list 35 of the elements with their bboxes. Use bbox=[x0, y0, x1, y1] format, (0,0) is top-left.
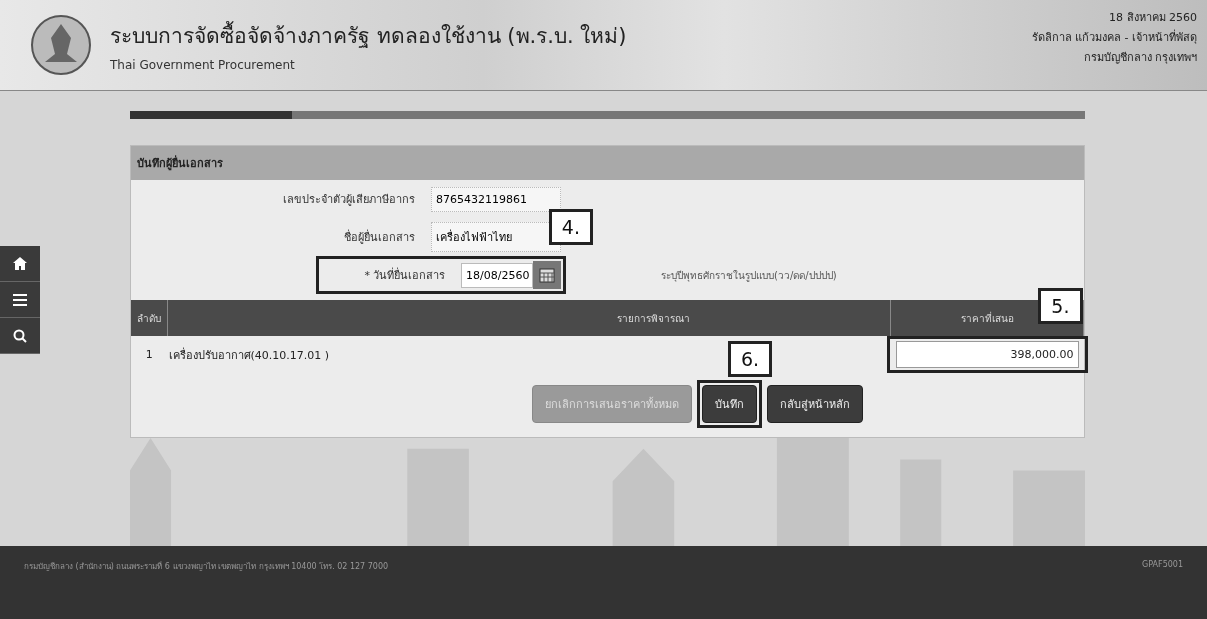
user-name: รัดลิกาล แก้วมงคล - เจ้าหน้าที่พัสดุ bbox=[1031, 28, 1197, 46]
callout-label: 5. bbox=[1038, 288, 1083, 324]
field-label: วันที่ยื่นเอกสาร bbox=[373, 266, 445, 284]
date-field[interactable]: 18/08/2560 bbox=[461, 262, 533, 288]
search-icon bbox=[13, 328, 27, 343]
column-header: ลำดับ bbox=[131, 300, 168, 336]
system-title: ระบบการจัดซื้อจัดจ้างภาครัฐ ทดลองใช้งาน (พ.ร.บ. ใหม่) bbox=[110, 20, 628, 50]
hint-text: ระบุปีพุทธศักราชในรูปแบบ(วว/ดด/ปปปป) bbox=[661, 268, 838, 283]
action-button[interactable]: กลับสู่หน้าหลัก bbox=[767, 385, 863, 423]
menu-icon bbox=[13, 293, 27, 306]
table-cell: เครื่องปรับอากาศ(40.10.17.01 ) bbox=[168, 348, 330, 362]
callout-label: 4. bbox=[548, 209, 593, 245]
panel-title: บันทึกผู้ยื่นเอกสาร bbox=[131, 146, 1084, 180]
home-icon bbox=[13, 257, 27, 270]
calendar-icon bbox=[539, 267, 555, 283]
table-cell: 1 bbox=[131, 336, 168, 373]
field-value: 8765432119861 bbox=[431, 186, 561, 212]
price-field[interactable]: 398,000.00 bbox=[895, 341, 1079, 368]
callout-label: 6. bbox=[728, 341, 773, 377]
field-label: เลขประจำตัวผู้เสียภาษีอากร bbox=[283, 192, 415, 208]
footer-text: กรมบัญชีกลาง (สำนักงาน) ถนนพระรามที่ 6 แขวงพญาไท เขตพญาไท กรุงเทพฯ 10400 โทร. 02 127 7000 bbox=[24, 560, 389, 573]
column-header: รายการพิจารณา bbox=[167, 300, 891, 336]
organization-name: กรมบัญชีกลาง กรุงเทพฯ bbox=[1083, 50, 1197, 66]
system-subtitle: Thai Government Procurement bbox=[110, 57, 296, 72]
current-date: 18 สิงหาคม 2560 bbox=[1109, 10, 1197, 26]
action-button[interactable]: บันทึก bbox=[702, 385, 757, 423]
sidebar-button[interactable] bbox=[0, 246, 40, 282]
field-label: ชื่อผู้ยื่นเอกสาร bbox=[344, 228, 415, 246]
emblem-icon bbox=[30, 14, 92, 76]
required-mark: * bbox=[364, 268, 370, 282]
sidebar-button[interactable] bbox=[0, 318, 40, 354]
field-value: เครื่องไฟฟ้าไทย bbox=[431, 222, 561, 252]
sidebar-button[interactable] bbox=[0, 282, 40, 318]
page-code: GPAF5001 bbox=[1142, 560, 1183, 571]
calendar-button[interactable] bbox=[533, 261, 561, 289]
